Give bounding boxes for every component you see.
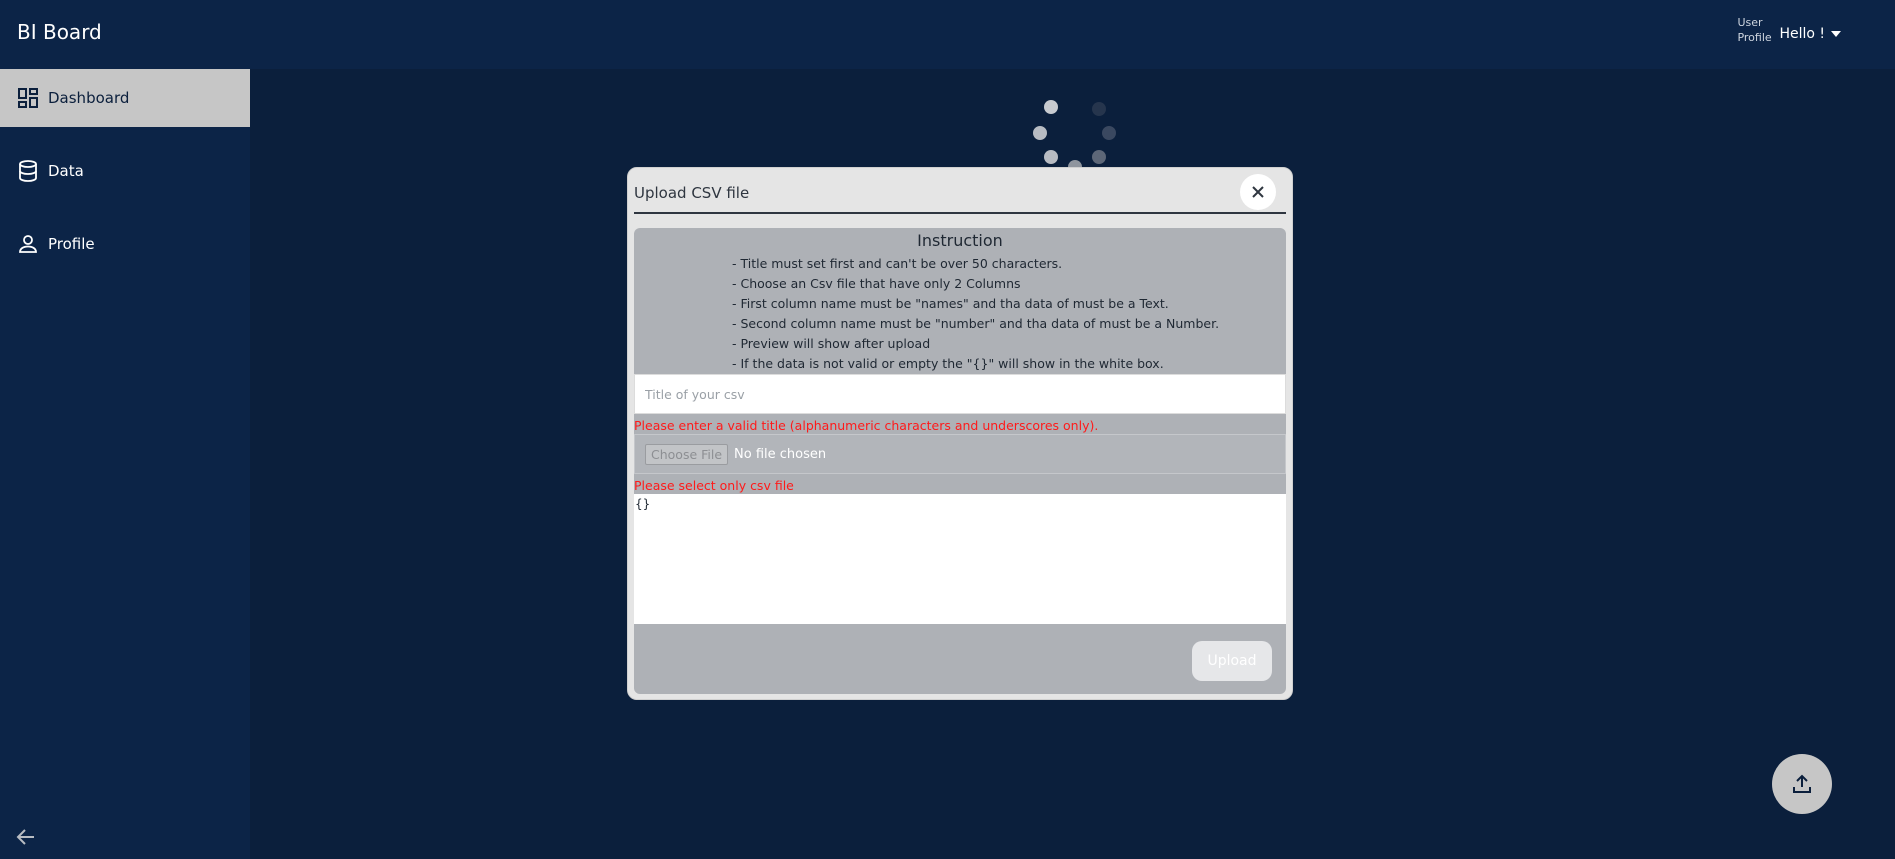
sidebar-item-data[interactable]: Data [0, 142, 250, 200]
close-button[interactable] [1240, 174, 1276, 210]
csv-title-input[interactable] [634, 374, 1286, 414]
upload-fab-button[interactable] [1772, 754, 1832, 814]
instruction-item: - Choose an Csv file that have only 2 Co… [732, 276, 1021, 291]
instruction-title: Instruction [917, 231, 1003, 250]
instruction-list: - Title must set first and can't be over… [732, 254, 1219, 374]
instruction-item: - Title must set first and can't be over… [732, 256, 1063, 271]
instruction-item: - Preview will show after upload [732, 336, 931, 351]
upload-icon [1793, 774, 1811, 793]
user-greeting[interactable]: Hello ! [1779, 26, 1825, 42]
caret-down-icon[interactable] [1831, 31, 1841, 37]
sidebar-item-label: Data [48, 162, 84, 180]
sidebar-item-profile[interactable]: Profile [0, 215, 250, 273]
top-bar: BI Board User Profile Hello ! [0, 0, 1895, 69]
upload-button[interactable]: Upload [1192, 641, 1272, 681]
person-icon [19, 235, 37, 253]
upload-csv-dialog: Upload CSV file Instruction - Title must… [627, 167, 1293, 700]
instruction-item: - First column name must be "names" and … [732, 296, 1169, 311]
dialog-title: Upload CSV file [634, 184, 750, 202]
instruction-item: - If the data is not valid or empty the … [732, 356, 1164, 371]
database-icon [19, 160, 37, 182]
loading-spinner [1030, 100, 1116, 174]
choose-file-button[interactable]: Choose File [645, 443, 729, 465]
title-error-message: Please enter a valid title (alphanumeric… [634, 418, 1099, 433]
arrow-left-icon[interactable] [14, 825, 38, 849]
sidebar-item-label: Profile [48, 235, 95, 253]
close-icon [1252, 186, 1264, 198]
file-error-message: Please select only csv file [634, 478, 794, 493]
avatar[interactable]: User Profile [1737, 15, 1775, 53]
divider [634, 212, 1286, 214]
sidebar-item-dashboard[interactable]: Dashboard [0, 69, 250, 127]
dialog-body: Instruction - Title must set first and c… [634, 228, 1286, 694]
file-input[interactable]: Choose File No file chosen [634, 434, 1286, 474]
sidebar: Dashboard Data Profile [0, 69, 250, 859]
app-title[interactable]: BI Board [17, 20, 102, 44]
user-menu[interactable]: User Profile Hello ! [1737, 15, 1841, 53]
dashboard-icon [18, 88, 38, 108]
file-status: No file chosen [734, 446, 827, 462]
instruction-item: - Second column name must be "number" an… [732, 316, 1220, 331]
sidebar-item-label: Dashboard [48, 89, 130, 107]
preview-box: {} [634, 494, 1286, 624]
